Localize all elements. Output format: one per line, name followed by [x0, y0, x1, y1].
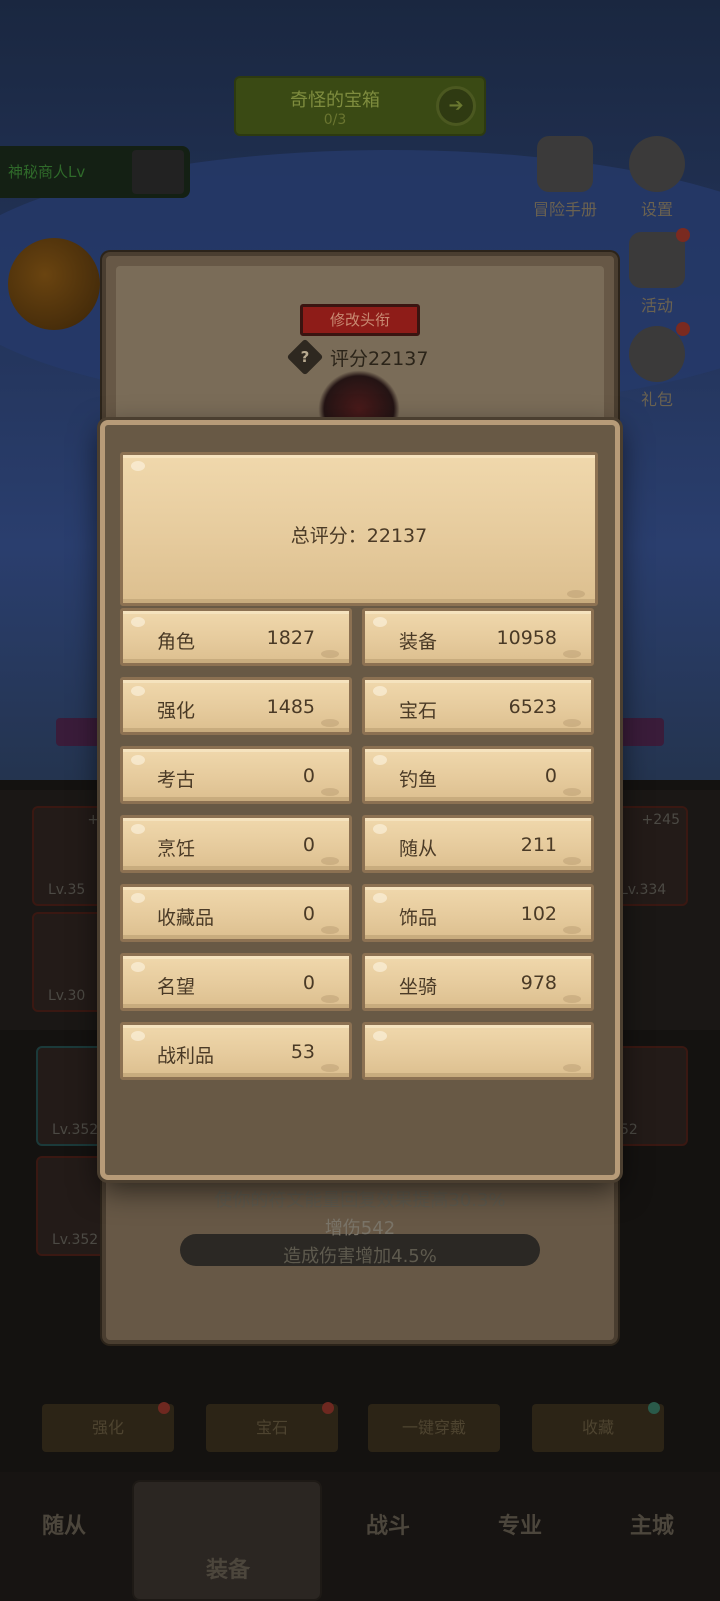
- adventure-book-label: 冒险手册: [532, 200, 597, 219]
- score-label: 评分22137: [330, 348, 429, 370]
- slot-level: Lv.30: [48, 988, 86, 1004]
- notification-dot: [322, 1402, 334, 1414]
- event-label: 活动: [640, 296, 673, 315]
- stat-value: 0: [302, 834, 315, 856]
- book-icon: [537, 136, 593, 192]
- stat-card-collectibles: 收藏品 0: [120, 884, 352, 942]
- notification-dot: [648, 1402, 660, 1414]
- stat-card-trophies: 战利品 53: [120, 1022, 352, 1080]
- slot-level: Lv.334: [620, 882, 667, 898]
- stat-card-empty: [362, 1022, 594, 1080]
- tab-gem[interactable]: 宝石: [206, 1402, 338, 1452]
- stat-label: 坐骑: [399, 976, 438, 998]
- tab-enhance[interactable]: 强化: [42, 1402, 174, 1452]
- stat-value: 211: [520, 834, 557, 856]
- stat-card-accessories: 饰品 102: [362, 884, 594, 942]
- stat-value: 6523: [508, 696, 557, 718]
- notification-dot: [676, 228, 690, 242]
- quest-title: 奇怪的宝箱: [290, 90, 380, 111]
- stat-card-character: 角色 1827: [120, 608, 352, 666]
- nav-equipment[interactable]: 装备: [206, 1552, 250, 1584]
- stat-label: 饰品: [399, 907, 438, 929]
- stat-value: 10958: [496, 627, 557, 649]
- quest-tracker[interactable]: 奇怪的宝箱 0/3 ➔: [234, 76, 486, 136]
- stat-label: 钓鱼: [399, 769, 438, 791]
- total-score-card: 总评分：22137: [120, 452, 598, 606]
- event-button[interactable]: 活动: [622, 228, 692, 316]
- stat-label: 收藏品: [157, 907, 215, 929]
- effect-description: 使你的符文能量回复效果提高30.3%: [214, 1190, 506, 1211]
- stat-card-equipment: 装备 10958: [362, 608, 594, 666]
- stat-label: 战利品: [157, 1045, 215, 1067]
- notification-dot: [676, 322, 690, 336]
- nav-followers[interactable]: 随从: [42, 1508, 86, 1540]
- stat-label: 名望: [157, 976, 196, 998]
- effect-description: 造成伤害增加4.5%: [283, 1246, 437, 1267]
- nav-main-city[interactable]: 主城: [630, 1508, 674, 1540]
- merchant-banner-text: 神秘商人Lv: [8, 163, 86, 181]
- stat-card-fishing: 钓鱼 0: [362, 746, 594, 804]
- slot-level: Lv.352: [52, 1122, 99, 1138]
- arrow-right-icon[interactable]: ➔: [436, 86, 476, 126]
- gear-icon: [629, 136, 685, 192]
- calendar-icon: [629, 232, 685, 288]
- stat-value: 0: [302, 903, 315, 925]
- stat-card-enhance: 强化 1485: [120, 677, 352, 735]
- rename-title-button[interactable]: 修改头衔: [300, 304, 420, 336]
- stat-value: 1827: [266, 627, 315, 649]
- adventure-book-button[interactable]: 冒险手册: [530, 136, 600, 220]
- stat-label: 宝石: [399, 700, 438, 722]
- stat-card-reputation: 名望 0: [120, 953, 352, 1011]
- stat-label: 装备: [399, 631, 438, 653]
- tab-gem-label: 宝石: [255, 1418, 288, 1437]
- gift-pack-label: 礼包: [640, 390, 673, 409]
- total-score-label: 总评分：22137: [290, 525, 428, 547]
- helmet-icon: [318, 370, 400, 426]
- quest-progress: 0/3: [323, 112, 347, 128]
- stat-value: 0: [544, 765, 557, 787]
- stat-card-archaeology: 考古 0: [120, 746, 352, 804]
- tab-collection-label: 收藏: [581, 1418, 614, 1437]
- stat-card-gem: 宝石 6523: [362, 677, 594, 735]
- stat-label: 角色: [157, 631, 196, 653]
- tab-collection[interactable]: 收藏: [532, 1402, 664, 1452]
- notification-dot: [158, 1402, 170, 1414]
- merchant-box-icon: [132, 150, 184, 194]
- nav-profession[interactable]: 专业: [498, 1508, 542, 1540]
- stat-label: 考古: [157, 769, 196, 791]
- stat-value: 0: [302, 972, 315, 994]
- settings-label: 设置: [640, 200, 673, 219]
- slot-level: Lv.35: [48, 882, 86, 898]
- slot-level: 52: [620, 1122, 638, 1138]
- stat-value: 978: [520, 972, 557, 994]
- bottom-nav: [0, 1472, 720, 1601]
- settings-button[interactable]: 设置: [622, 136, 692, 220]
- effect-description: 增伤542: [324, 1218, 396, 1239]
- stat-value: 1485: [266, 696, 315, 718]
- slot-enhance: +245: [641, 812, 680, 828]
- tab-one-click-equip[interactable]: 一键穿戴: [368, 1404, 500, 1452]
- stat-value: 53: [290, 1041, 315, 1063]
- merchant-banner[interactable]: 神秘商人Lv: [0, 146, 190, 198]
- coin-icon[interactable]: [8, 238, 100, 330]
- stat-value: 102: [520, 903, 557, 925]
- gift-icon: [629, 326, 685, 382]
- stat-card-followers: 随从 211: [362, 815, 594, 873]
- stat-value: 0: [302, 765, 315, 787]
- stat-label: 烹饪: [157, 838, 196, 860]
- tab-one-click-equip-label: 一键穿戴: [401, 1418, 466, 1437]
- stat-label: 强化: [157, 700, 196, 722]
- gift-pack-button[interactable]: 礼包: [622, 322, 692, 410]
- tab-enhance-label: 强化: [91, 1418, 124, 1437]
- stat-label: 随从: [399, 838, 438, 860]
- stat-card-mount: 坐骑 978: [362, 953, 594, 1011]
- stat-card-cooking: 烹饪 0: [120, 815, 352, 873]
- nav-battle[interactable]: 战斗: [366, 1508, 410, 1540]
